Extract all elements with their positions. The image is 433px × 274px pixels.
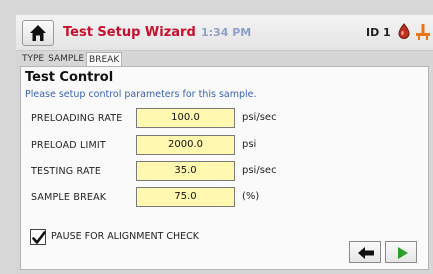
tab-break[interactable]: BREAK [86,52,122,66]
row-preload-limit: PRELOAD LIMIT 2000.0 psi [21,135,430,155]
play-right-icon [393,246,411,260]
clock: 1:34 PM [201,26,251,39]
pause-alignment-checkbox[interactable] [30,229,46,245]
app-window: Test Setup Wizard 1:34 PM ID 1 TYPESAMPL… [16,15,433,274]
testing-rate-field[interactable]: 35.0 [136,161,235,181]
row-label: SAMPLE BREAK [31,192,106,203]
tab-bar: TYPESAMPLEBREAK [20,52,122,66]
row-unit: (%) [242,191,259,202]
preload-limit-field[interactable]: 2000.0 [136,135,235,155]
title-bar: Test Setup Wizard 1:34 PM ID 1 [16,15,433,51]
preloading-rate-field[interactable]: 100.0 [136,108,235,128]
drop-icon [397,23,411,39]
row-label: PRELOADING RATE [31,113,122,124]
checkmark-icon [31,230,47,246]
row-unit: psi [242,139,256,150]
test-control-panel: Test Control Please setup control parame… [20,66,429,270]
panel-subtitle: Please setup control parameters for this… [25,89,257,100]
row-preloading-rate: PRELOADING RATE 100.0 psi/sec [21,108,430,128]
row-unit: psi/sec [242,165,277,176]
row-sample-break: SAMPLE BREAK 75.0 (%) [21,187,430,207]
next-button[interactable] [385,241,417,263]
home-button[interactable] [22,20,54,46]
id-label: ID 1 [366,26,391,39]
back-button[interactable] [349,241,381,263]
panel-heading: Test Control [25,70,113,85]
pause-alignment-label: PAUSE FOR ALIGNMENT CHECK [51,231,199,242]
sample-break-field[interactable]: 75.0 [136,187,235,207]
row-unit: psi/sec [242,112,277,123]
warning-icon [415,23,431,41]
tab-sample[interactable]: SAMPLE [46,52,86,66]
row-label: TESTING RATE [31,166,101,177]
arrow-left-icon [357,246,375,260]
row-label: PRELOAD LIMIT [31,140,106,151]
tab-type[interactable]: TYPE [20,52,46,66]
home-icon [29,24,47,42]
row-testing-rate: TESTING RATE 35.0 psi/sec [21,161,430,181]
wizard-title: Test Setup Wizard [63,25,196,40]
